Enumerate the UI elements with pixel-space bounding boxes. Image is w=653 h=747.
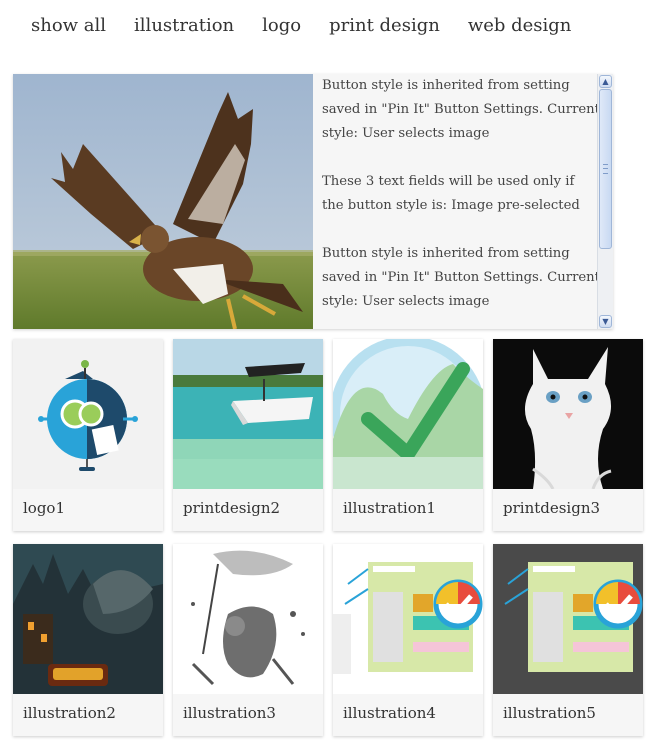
portfolio-card-illustration1[interactable]: illustration1 (333, 339, 483, 531)
filter-web-design[interactable]: web design (468, 14, 572, 38)
card-label: printdesign3 (503, 499, 601, 517)
featured-description: Button style is inherited from setting s… (322, 74, 600, 329)
filter-show-all[interactable]: show all (31, 14, 106, 38)
warcraft-art-thumbnail (13, 544, 163, 694)
featured-paragraph: Button style is inherited from setting s… (322, 78, 600, 141)
featured-paragraph: Button style is inherited from setting s… (322, 246, 600, 309)
card-label: illustration4 (343, 704, 436, 722)
filter-print-design[interactable]: print design (329, 14, 440, 38)
card-label: illustration1 (343, 499, 436, 517)
web-ui-illustration-thumbnail (333, 544, 483, 694)
featured-paragraph: These 3 text fields will be used only if… (322, 174, 580, 213)
portfolio-card-printdesign3[interactable]: printdesign3 (493, 339, 643, 531)
description-scrollbar[interactable]: ▲ ▼ (597, 74, 613, 329)
portfolio-card-printdesign2[interactable]: printdesign2 (173, 339, 323, 531)
scroll-down-arrow-icon[interactable]: ▼ (599, 315, 612, 328)
boat-photo-thumbnail (173, 339, 323, 489)
scrollbar-thumb[interactable] (599, 89, 612, 249)
portfolio-card-logo1[interactable]: logo1 (13, 339, 163, 531)
card-label: illustration2 (23, 704, 116, 722)
filter-logo[interactable]: logo (262, 14, 301, 38)
portfolio-filter-nav: show all illustration logo print design … (31, 14, 571, 38)
green-check-illustration (333, 339, 483, 489)
ink-splash-figure-thumbnail (173, 544, 323, 694)
featured-item-panel: Button style is inherited from setting s… (13, 74, 613, 329)
white-cat-photo-thumbnail (493, 339, 643, 489)
card-label: illustration5 (503, 704, 596, 722)
filter-illustration[interactable]: illustration (134, 14, 234, 38)
web-ui-dark-illustration-thumbnail (493, 544, 643, 694)
card-label: printdesign2 (183, 499, 281, 517)
card-label: illustration3 (183, 704, 276, 722)
portfolio-card-illustration4[interactable]: illustration4 (333, 544, 483, 736)
card-label: logo1 (23, 499, 66, 517)
portfolio-card-illustration2[interactable]: illustration2 (13, 544, 163, 736)
robot-logo-thumbnail (13, 339, 163, 489)
grip-icon (603, 164, 608, 174)
scroll-up-arrow-icon[interactable]: ▲ (599, 75, 612, 88)
portfolio-card-illustration3[interactable]: illustration3 (173, 544, 323, 736)
portfolio-card-illustration5[interactable]: illustration5 (493, 544, 643, 736)
featured-eagle-photo[interactable] (13, 74, 313, 329)
